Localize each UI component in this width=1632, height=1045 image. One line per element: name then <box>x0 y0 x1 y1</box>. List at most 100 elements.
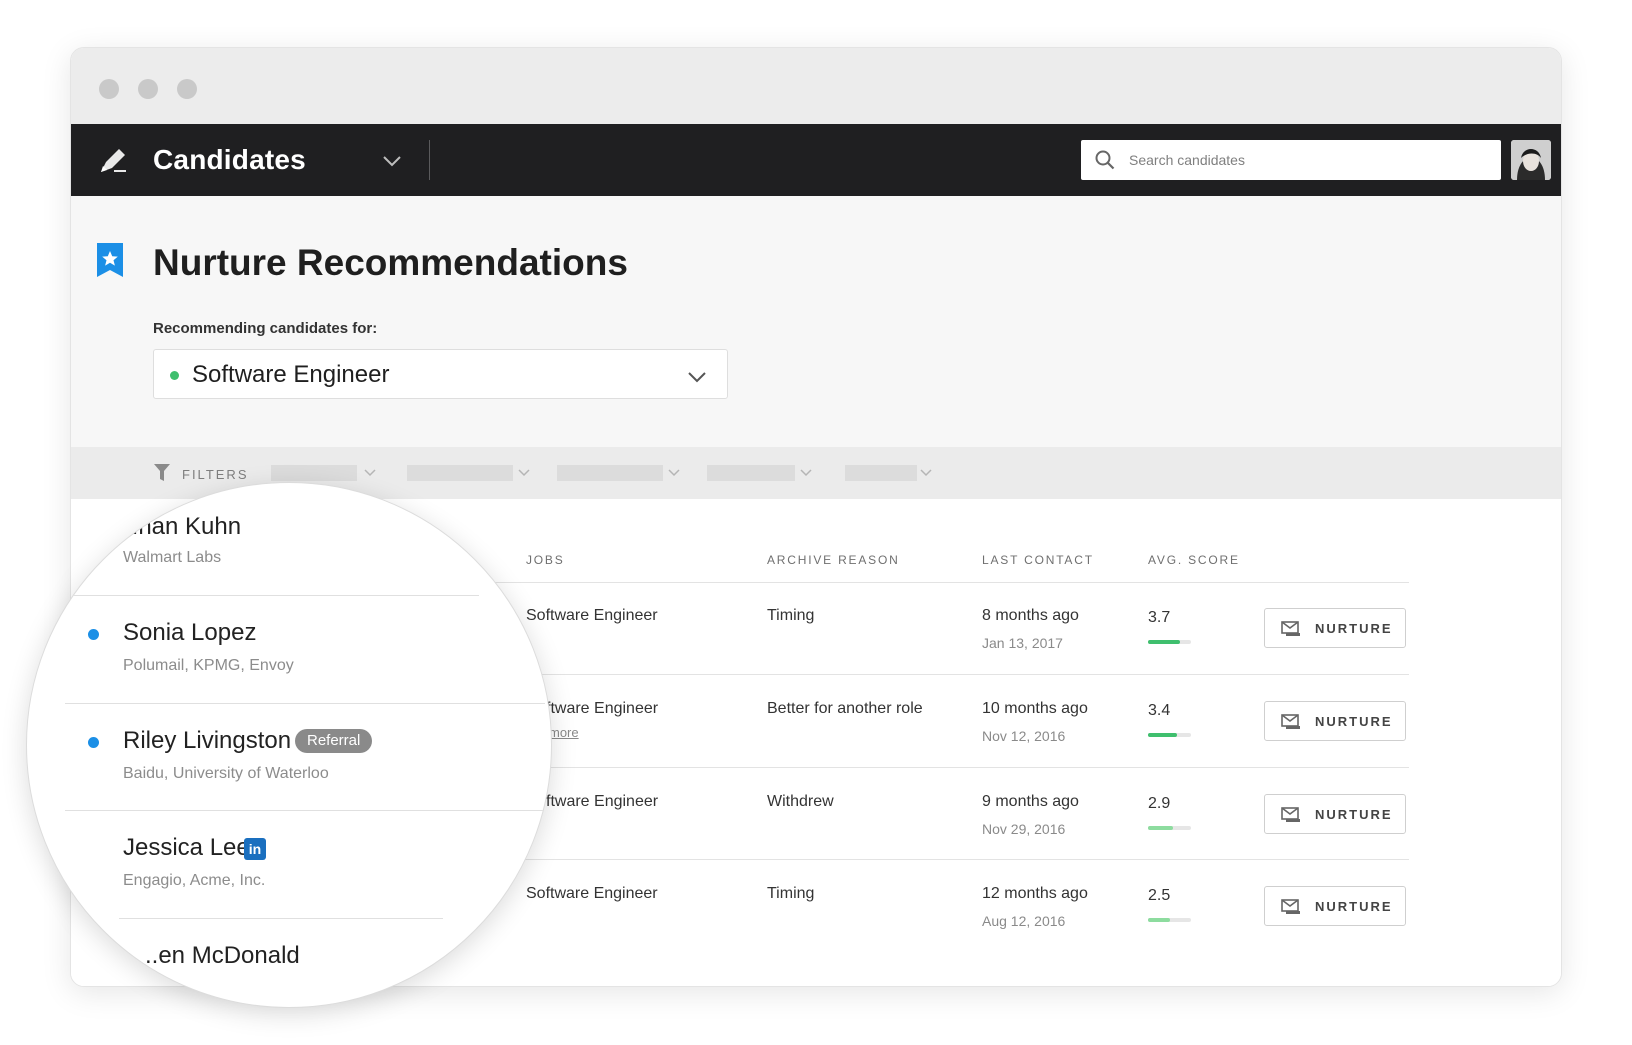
candidate-companies: Walmart Labs <box>123 549 222 566</box>
row-3-score-bar <box>1148 826 1191 830</box>
score-bar-fill <box>1148 733 1178 737</box>
job-select-dropdown[interactable]: Software Engineer <box>153 349 728 399</box>
score-bar-fill <box>1148 640 1180 644</box>
nurture-label: NURTURE <box>1315 807 1393 822</box>
candidate-name[interactable]: ..nan Kuhn <box>125 513 241 541</box>
avatar[interactable] <box>1511 140 1551 180</box>
row-1-last-contact: 8 months ago <box>982 607 1079 624</box>
column-header-archive-reason[interactable]: ARCHIVE REASON <box>767 553 900 567</box>
score-bar-fill <box>1148 826 1173 830</box>
window-close-dot[interactable] <box>99 79 119 99</box>
row-2-more-link[interactable]: more <box>549 725 579 740</box>
app-topbar: Candidates <box>71 124 1561 196</box>
row-2-job[interactable]: ftware Engineer <box>546 700 658 718</box>
filter-dropdown-3[interactable] <box>557 464 683 482</box>
chevron-down-icon <box>518 469 530 477</box>
row-divider <box>391 859 1409 860</box>
row-1-nurture-button[interactable]: NURTURE <box>1264 608 1406 648</box>
bookmark-star-icon <box>97 243 123 277</box>
filter-funnel-icon <box>154 464 170 481</box>
chevron-down-icon <box>920 469 932 477</box>
column-header-last-contact[interactable]: LAST CONTACT <box>982 553 1094 567</box>
candidate-name[interactable]: ..en McDonald <box>145 942 300 970</box>
envelope-icon <box>1281 621 1300 636</box>
nurture-label: NURTURE <box>1315 899 1393 914</box>
candidate-name[interactable]: Riley Livingston <box>123 727 291 755</box>
window-minimize-dot[interactable] <box>138 79 158 99</box>
page-title: Nurture Recommendations <box>153 242 628 283</box>
referral-badge: Referral <box>295 729 373 753</box>
row-3-reason: Withdrew <box>767 793 834 810</box>
candidate-name[interactable]: Jessica Lee <box>123 834 250 862</box>
filter-dropdown-4[interactable] <box>707 464 815 482</box>
row-2-nurture-button[interactable]: NURTURE <box>1264 701 1406 741</box>
topbar-divider <box>429 140 430 180</box>
window-chrome <box>71 48 1561 124</box>
row-1-reason: Timing <box>767 607 815 624</box>
chevron-down-icon <box>668 469 680 477</box>
row-1-score-bar <box>1148 640 1191 644</box>
row-3-score: 2.9 <box>1148 795 1171 812</box>
chevron-down-icon <box>800 469 812 477</box>
row-4-date: Aug 12, 2016 <box>982 913 1066 929</box>
row-3-nurture-button[interactable]: NURTURE <box>1264 794 1406 834</box>
column-header-jobs[interactable]: JOBS <box>526 553 565 567</box>
candidate-name[interactable]: Sonia Lopez <box>123 619 256 647</box>
envelope-icon <box>1281 807 1300 822</box>
nurture-label: NURTURE <box>1315 621 1393 636</box>
search-box[interactable] <box>1081 140 1501 180</box>
linkedin-icon[interactable]: in <box>244 838 266 860</box>
candidate-divider <box>119 918 443 919</box>
filter-dropdown-5[interactable] <box>845 464 935 482</box>
envelope-icon <box>1281 899 1300 914</box>
header-divider <box>391 582 1409 583</box>
candidate-divider <box>67 595 479 596</box>
row-3-job[interactable]: ftware Engineer <box>546 793 658 811</box>
user-avatar-icon <box>1511 140 1551 180</box>
chevron-down-icon <box>688 372 706 383</box>
filter-dropdown-1[interactable] <box>271 464 379 482</box>
unread-dot <box>88 737 99 748</box>
row-1-date: Jan 13, 2017 <box>982 635 1063 651</box>
row-1-job[interactable]: Software Engineer <box>526 607 658 625</box>
column-header-avg-score[interactable]: AVG. SCORE <box>1148 553 1240 567</box>
row-4-job[interactable]: Software Engineer <box>526 885 658 903</box>
row-2-score-bar <box>1148 733 1191 737</box>
candidate-companies: Baidu, University of Waterloo <box>123 765 329 782</box>
chevron-down-icon <box>364 469 376 477</box>
row-2-reason: Better for another role <box>767 700 923 717</box>
candidate-divider <box>65 810 545 811</box>
job-status-dot <box>170 371 179 380</box>
magnifier-lens: ..nan Kuhn Walmart Labs Sonia Lopez Polu… <box>26 482 552 1008</box>
row-4-score-bar <box>1148 918 1191 922</box>
candidate-companies: Engagio, Acme, Inc. <box>123 872 266 889</box>
row-3-date: Nov 29, 2016 <box>982 821 1066 837</box>
candidate-divider <box>65 703 545 704</box>
row-3-last-contact: 9 months ago <box>982 793 1079 810</box>
row-1-score: 3.7 <box>1148 609 1171 626</box>
row-divider <box>391 674 1409 675</box>
envelope-icon <box>1281 714 1300 729</box>
selected-job-text: Software Engineer <box>192 361 390 388</box>
row-2-date: Nov 12, 2016 <box>982 728 1066 744</box>
row-2-score: 3.4 <box>1148 702 1171 719</box>
row-2-last-contact: 10 months ago <box>982 700 1088 717</box>
row-4-nurture-button[interactable]: NURTURE <box>1264 886 1406 926</box>
row-4-last-contact: 12 months ago <box>982 885 1088 902</box>
window-maximize-dot[interactable] <box>177 79 197 99</box>
row-4-reason: Timing <box>767 885 815 902</box>
search-icon <box>1095 150 1115 170</box>
unread-dot <box>88 629 99 640</box>
chevron-down-icon[interactable] <box>381 150 403 172</box>
filters-label: FILTERS <box>182 467 249 482</box>
row-4-score: 2.5 <box>1148 887 1171 904</box>
page-header: Nurture Recommendations Recommending can… <box>71 196 1561 447</box>
candidate-companies: Polumail, KPMG, Envoy <box>123 657 294 674</box>
search-input[interactable] <box>1129 140 1489 180</box>
recommending-label: Recommending candidates for: <box>153 320 378 337</box>
app-title[interactable]: Candidates <box>153 144 306 176</box>
filter-dropdown-2[interactable] <box>407 464 533 482</box>
score-bar-fill <box>1148 918 1170 922</box>
pencil-logo-icon <box>101 149 126 172</box>
nurture-label: NURTURE <box>1315 714 1393 729</box>
